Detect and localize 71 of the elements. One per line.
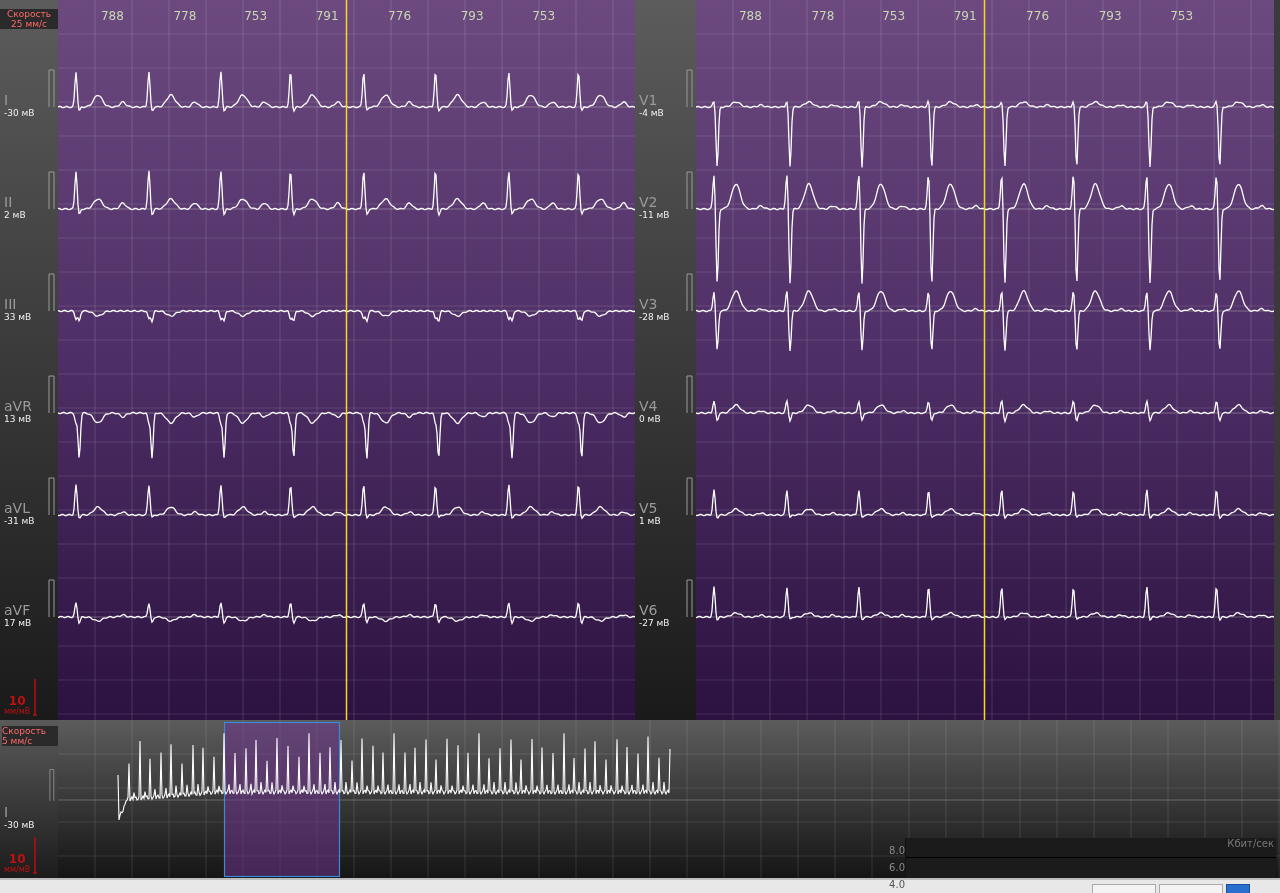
lead-offset: 0 мВ	[639, 414, 661, 425]
axis-unit: Кбит/сек	[1227, 838, 1274, 849]
rr-interval-label: 788	[739, 9, 762, 23]
rr-interval-label: 776	[1026, 9, 1049, 23]
calibration-pulse-icon	[49, 769, 55, 802]
lead-name: V6	[639, 602, 658, 618]
lead-offset: -30 мВ	[4, 108, 35, 119]
rr-interval-label: 753	[532, 9, 556, 23]
speed-label: Скорость	[0, 9, 58, 19]
rr-interval-label: 778	[811, 9, 835, 23]
lead-offset: -30 мВ	[4, 820, 35, 831]
rr-interval-label: 753	[1170, 9, 1194, 23]
calibration-pulse-icon	[48, 579, 55, 618]
axis-tick-label: 8.0	[889, 844, 905, 858]
calibration-pulse-icon	[686, 579, 693, 618]
lead-name: V2	[639, 194, 658, 210]
calibration-pulse-icon	[686, 69, 693, 108]
lead-name: II	[4, 194, 13, 210]
lead-name: aVR	[4, 398, 32, 414]
lead-offset: 33 мВ	[4, 312, 32, 323]
scale-value: 10	[8, 695, 26, 707]
rr-interval-label: 793	[1098, 9, 1122, 23]
calibration-pulse-icon	[686, 375, 693, 414]
lead-offset: -4 мВ	[639, 108, 664, 119]
calibration-pulse-icon	[48, 477, 55, 516]
cursor-line[interactable]	[345, 0, 348, 720]
lead-name: I	[4, 804, 9, 820]
rr-interval-label: 788	[101, 9, 124, 23]
calibration-pulse-icon	[686, 171, 693, 210]
rr-interval-label: 793	[460, 9, 484, 23]
lead-offset: -31 мВ	[4, 516, 35, 527]
speed-value: 25 мм/с	[0, 19, 58, 29]
lead-offset: 13 мВ	[4, 414, 32, 425]
rr-interval-label: 753	[882, 9, 906, 23]
rr-interval-label: 776	[388, 9, 411, 23]
lead-name: aVF	[4, 602, 31, 618]
time-field[interactable]	[1092, 884, 1156, 893]
cursor-line[interactable]	[983, 0, 986, 720]
lead-offset: 17 мВ	[4, 618, 32, 629]
lead-name: III	[4, 296, 17, 312]
time-field[interactable]	[1159, 884, 1223, 893]
lead-name: aVL	[4, 500, 30, 516]
lead-offset: 1 мВ	[639, 516, 661, 527]
lead-offset: 2 мВ	[4, 210, 26, 221]
rr-interval-label: 791	[315, 9, 339, 23]
calibration-pulse-icon	[48, 171, 55, 210]
calibration-pulse-icon	[48, 273, 55, 312]
lead-name: V1	[639, 92, 658, 108]
scale-bar-icon	[32, 678, 39, 716]
scale-unit: мм/мВ	[4, 865, 31, 874]
axis-tick-label: 6.0	[889, 861, 905, 875]
scale-bar-icon	[32, 836, 39, 874]
speed-label: Скорость	[2, 726, 58, 736]
scale-value: 10	[8, 853, 26, 865]
calibration-pulse-icon	[48, 375, 55, 414]
lead-offset: -11 мВ	[639, 210, 670, 221]
rr-interval-label: 791	[953, 9, 977, 23]
speed-value: 5 мм/с	[2, 736, 58, 746]
lead-name: V3	[639, 296, 658, 312]
rr-interval-label: 778	[173, 9, 197, 23]
lead-name: V4	[639, 398, 658, 414]
axis-tick-label: 4.0	[889, 878, 905, 892]
lead-offset: -28 мВ	[639, 312, 670, 323]
calibration-pulse-icon	[48, 69, 55, 108]
lead-name: V5	[639, 500, 658, 516]
scale-unit: мм/мВ	[4, 707, 31, 716]
lead-offset: -27 мВ	[639, 618, 670, 629]
rr-interval-label: 753	[244, 9, 268, 23]
calibration-pulse-icon	[686, 273, 693, 312]
calibration-pulse-icon	[686, 477, 693, 516]
selection-window[interactable]	[223, 721, 341, 878]
